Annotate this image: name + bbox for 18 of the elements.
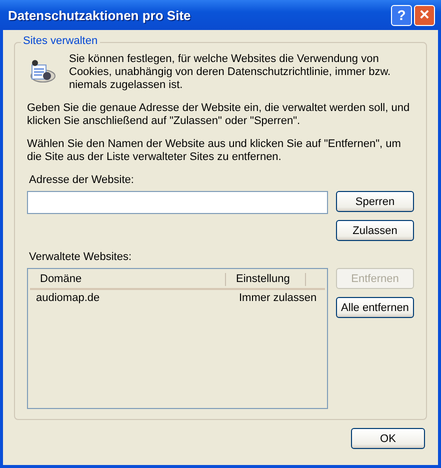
help-button[interactable]: ? [391,4,412,26]
list-label: Verwaltete Websites: [29,251,133,263]
setting-cell[interactable]: Immer zulassen [232,292,319,304]
ok-button[interactable]: OK [351,428,425,449]
address-label: Adresse der Website: [29,174,135,186]
group-title: Sites verwalten [21,35,100,47]
column-header[interactable]: Domäne [30,272,226,286]
intro-text: Sie können festlegen, für welche Websites die Verwendung von Cookies, unabhängig von deren Datenschutzrichtlinie, immer bzw. niemals zugelassen ist. [69,53,392,92]
instruction-text: Wählen Sie den Namen der Website aus und klicken Sie auf "Entfernen", um die Site aus der Liste verwalteter Sites zu entfernen. [27,138,402,164]
action-button[interactable]: Sperren [336,191,414,212]
close-button[interactable]: × [414,4,435,26]
instruction-text: Geben Sie die genaue Adresse der Website ein, die verwaltet werden soll, und klicken Sie anschließend auf "Zulassen" oder "Sperren". [27,102,411,128]
window-title: Datenschutzaktionen pro Site [8,8,192,22]
domain-cell[interactable]: audiomap.de [30,292,232,304]
column-header[interactable]: Einstellung [226,272,306,286]
action-button[interactable]: Zulassen [336,220,414,241]
address-field[interactable] [27,191,328,214]
action-button[interactable]: Alle entfernen [336,297,414,318]
